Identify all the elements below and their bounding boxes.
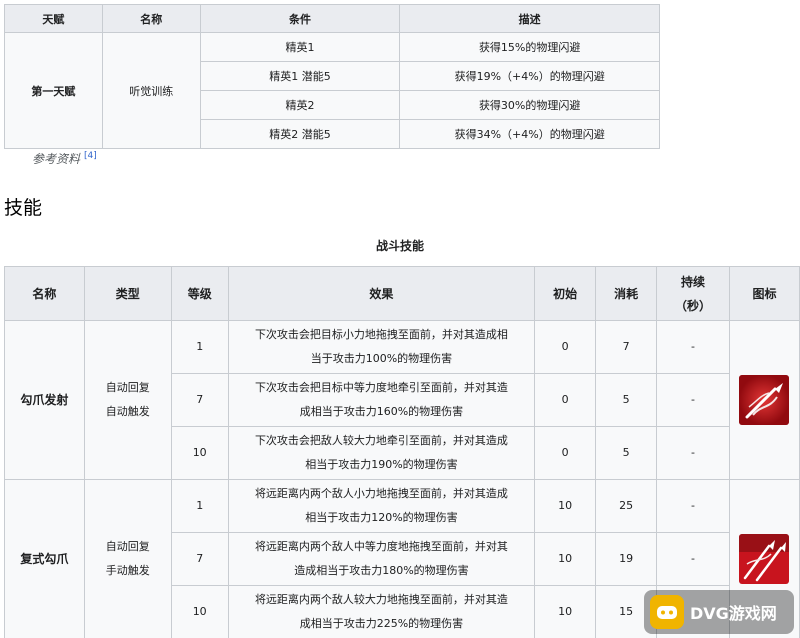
skill-cost-header: 消耗 — [595, 266, 658, 321]
skill-duration-header: 持续 （秒） — [656, 266, 730, 321]
skill-type-header: 类型 — [83, 266, 172, 321]
effect-text: 当于攻击力100%的物理伤害 — [310, 352, 453, 365]
duration-cell: - — [656, 320, 730, 374]
talent-col-header: 天赋 — [4, 4, 103, 33]
effect-cell: 下次攻击会把目标中等力度地牵引至面前，并对其造 成相当于攻击力160%的物理伤害 — [227, 373, 536, 427]
skill-table-caption: 战斗技能 — [375, 239, 424, 253]
talent-name-cell: 听觉训练 — [101, 32, 201, 149]
skill-level-header: 等级 — [170, 266, 229, 321]
description-cell: 获得34%（+4%）的物理闪避 — [399, 119, 660, 149]
level-cell: 10 — [170, 426, 229, 480]
condition-col-header: 条件 — [199, 4, 401, 33]
condition-cell: 精英2 — [199, 90, 401, 120]
talent-header-row: 天赋 名称 条件 描述 — [4, 4, 660, 33]
skill-initial-header: 初始 — [534, 266, 597, 321]
condition-cell: 精英1 潜能5 — [199, 61, 401, 91]
level-cell: 10 — [170, 585, 229, 638]
skill-icon-cell — [728, 320, 800, 480]
cost-cell: 25 — [595, 479, 658, 533]
skill-header-row: 名称 类型 等级 效果 初始 消耗 持续 （秒） 图标 — [4, 266, 800, 321]
effect-text: 下次攻击会把目标小力地拖拽至面前，并对其造成相 — [254, 328, 508, 341]
effect-cell: 将远距离内两个敌人小力地拖拽至面前，并对其造成 相当于攻击力120%的物理伤害 — [227, 479, 536, 533]
description-col-header: 描述 — [399, 4, 660, 33]
effect-text: 将远距离内两个敌人小力地拖拽至面前，并对其造成 — [254, 487, 508, 500]
skill-name-cell: 勾爪发射 — [4, 320, 85, 480]
skill-icon-header: 图标 — [728, 266, 800, 321]
skill-type-cell: 自动回复 自动触发 — [83, 320, 172, 480]
condition-cell: 精英2 潜能5 — [199, 119, 401, 149]
talent-cell: 第一天赋 — [4, 32, 103, 149]
level-cell: 1 — [170, 479, 229, 533]
skill-type-cell: 自动回复 手动触发 — [83, 479, 172, 638]
skill-table: 名称 类型 等级 效果 初始 消耗 持续 （秒） 图标 勾爪发射 自动回复 自动… — [4, 266, 800, 638]
skill-name-header: 名称 — [4, 266, 85, 321]
level-cell: 1 — [170, 320, 229, 374]
talent-table: 天赋 名称 条件 描述 第一天赋 听觉训练 精英1 获得15%的物理闪避 精英1… — [4, 4, 660, 149]
duration-unit: （秒） — [674, 298, 711, 313]
condition-cell: 精英1 — [199, 32, 401, 62]
duration-cell: - — [656, 373, 730, 427]
double-claw-icon — [739, 534, 790, 584]
description-cell: 获得30%的物理闪避 — [399, 90, 660, 120]
recovery-type: 自动回复 — [105, 381, 150, 394]
trigger-type: 自动触发 — [105, 405, 150, 418]
duration-cell: - — [656, 426, 730, 480]
trigger-type: 手动触发 — [105, 564, 150, 577]
initial-cell: 0 — [534, 373, 597, 427]
initial-cell: 10 — [534, 585, 597, 638]
reference-label: 参考资料 — [32, 152, 81, 166]
effect-text: 相当于攻击力120%的物理伤害 — [305, 511, 458, 524]
skill-effect-header: 效果 — [227, 266, 536, 321]
effect-text: 将远距离内两个敌人中等力度地拖拽至面前，并对其 — [254, 540, 508, 553]
effect-cell: 将远距离内两个敌人较大力地拖拽至面前，并对其造 成相当于攻击力225%的物理伤害 — [227, 585, 536, 638]
effect-cell: 将远距离内两个敌人中等力度地拖拽至面前，并对其 造成相当于攻击力180%的物理伤… — [227, 532, 536, 586]
gamepad-logo-icon — [650, 595, 684, 629]
effect-text: 成相当于攻击力225%的物理伤害 — [299, 617, 464, 630]
table-row: 复式勾爪 自动回复 手动触发 1 将远距离内两个敌人小力地拖拽至面前，并对其造成… — [4, 479, 800, 638]
claw-shot-icon — [739, 375, 790, 425]
level-cell: 7 — [170, 532, 229, 586]
name-col-header: 名称 — [101, 4, 201, 33]
level-cell: 7 — [170, 373, 229, 427]
cost-cell: 5 — [595, 373, 658, 427]
cost-cell: 19 — [595, 532, 658, 586]
effect-cell: 下次攻击会把敌人较大力地牵引至面前，并对其造成 相当于攻击力190%的物理伤害 — [227, 426, 536, 480]
site-watermark: DVG游戏网 — [644, 590, 794, 634]
initial-cell: 0 — [534, 320, 597, 374]
cost-cell: 5 — [595, 426, 658, 480]
reference-link[interactable]: [4] — [84, 151, 97, 161]
description-cell: 获得19%（+4%）的物理闪避 — [399, 61, 660, 91]
description-cell: 获得15%的物理闪避 — [399, 32, 660, 62]
initial-cell: 10 — [534, 532, 597, 586]
table-row: 勾爪发射 自动回复 自动触发 1 下次攻击会把目标小力地拖拽至面前，并对其造成相… — [4, 320, 800, 480]
recovery-type: 自动回复 — [105, 540, 150, 553]
effect-text: 成相当于攻击力160%的物理伤害 — [299, 405, 464, 418]
table-row: 第一天赋 听觉训练 精英1 获得15%的物理闪避 — [4, 32, 660, 149]
effect-text: 下次攻击会把目标中等力度地牵引至面前，并对其造 — [254, 381, 508, 394]
effect-cell: 下次攻击会把目标小力地拖拽至面前，并对其造成相 当于攻击力100%的物理伤害 — [227, 320, 536, 374]
effect-text: 下次攻击会把敌人较大力地牵引至面前，并对其造成 — [254, 434, 508, 447]
watermark-text: DVG游戏网 — [690, 604, 777, 623]
section-heading: 技能 — [4, 197, 43, 219]
duration-label: 持续 — [680, 274, 705, 289]
duration-cell: - — [656, 479, 730, 533]
effect-text: 相当于攻击力190%的物理伤害 — [305, 458, 458, 471]
cost-cell: 7 — [595, 320, 658, 374]
effect-text: 将远距离内两个敌人较大力地拖拽至面前，并对其造 — [254, 593, 508, 606]
skill-name-cell: 复式勾爪 — [4, 479, 85, 638]
initial-cell: 10 — [534, 479, 597, 533]
initial-cell: 0 — [534, 426, 597, 480]
duration-cell: - — [656, 532, 730, 586]
reference-note: 参考资料 [4] — [32, 150, 97, 167]
effect-text: 造成相当于攻击力180%的物理伤害 — [294, 564, 469, 577]
